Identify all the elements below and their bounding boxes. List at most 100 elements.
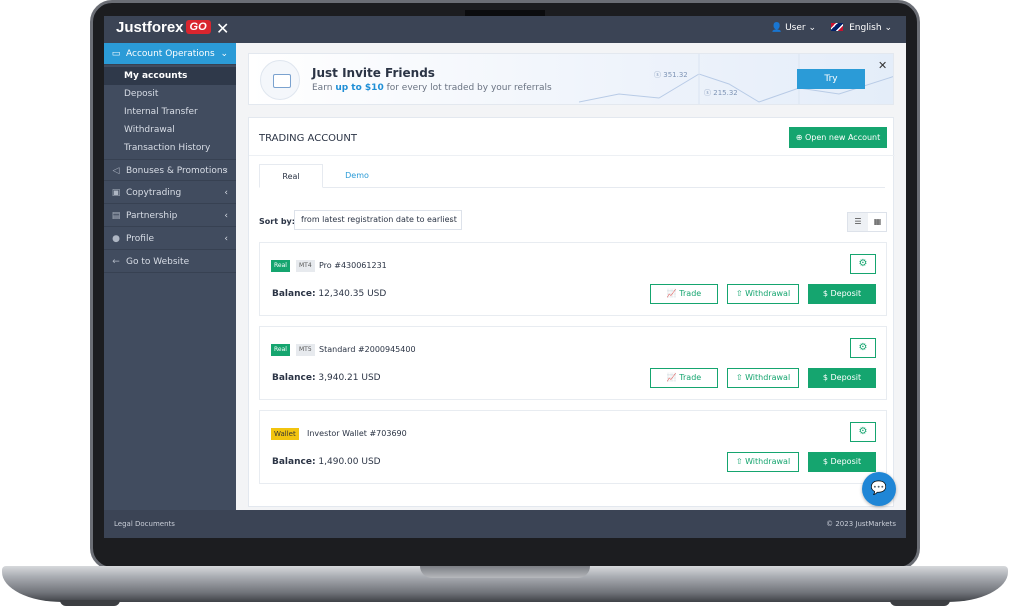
tab-real[interactable]: Real (259, 164, 323, 188)
account-tabs: Real Demo (259, 164, 885, 188)
withdrawal-label: Withdrawal (745, 289, 791, 298)
close-sidebar-icon[interactable]: ✕ (216, 19, 229, 38)
invite-icon (260, 60, 300, 100)
sidebar-section-go-to-website[interactable]: ← Go to Website (104, 251, 236, 273)
account-type-badge: Real (271, 260, 290, 272)
withdrawal-button[interactable]: ⇧ Withdrawal (727, 368, 799, 388)
sort-label: Sort by: (259, 217, 295, 226)
upload-icon: ⇧ (735, 373, 746, 382)
deposit-button[interactable]: $ Deposit (808, 452, 876, 472)
balance-label: Balance: (272, 289, 316, 299)
brand-go-badge: GO (185, 20, 211, 34)
settings-gear-icon[interactable]: ⚙ (850, 254, 876, 274)
brand-name: Justforex (116, 19, 184, 36)
balance-value: 1,490.00 USD (318, 457, 381, 467)
sidebar-item-label: Withdrawal (124, 125, 175, 135)
platform-badge: MT4 (296, 260, 315, 272)
close-banner-icon[interactable]: ✕ (878, 59, 887, 72)
dollar-icon: $ (822, 289, 831, 298)
legal-documents-link[interactable]: Legal Documents (114, 520, 175, 528)
trading-account-panel: TRADING ACCOUNT ⊕ Open new Account Real … (248, 117, 895, 507)
laptop-groove (420, 566, 590, 578)
chart-icon: 📈 (666, 289, 680, 298)
sidebar-item-label: Transaction History (124, 143, 211, 153)
chevron-left-icon: ‹ (224, 234, 228, 244)
settings-gear-icon[interactable]: ⚙ (850, 422, 876, 442)
list-view-icon[interactable]: ☰ (848, 213, 868, 231)
laptop-foot-left (60, 600, 120, 606)
deposit-button[interactable]: $ Deposit (808, 368, 876, 388)
sort-select[interactable]: from latest registration date to earlies… (294, 210, 462, 230)
brand-logo[interactable]: Justforex GO (116, 19, 211, 36)
dollar-icon: $ (822, 373, 831, 382)
withdrawal-button[interactable]: ⇧ Withdrawal (727, 284, 799, 304)
deposit-button[interactable]: $ Deposit (808, 284, 876, 304)
sidebar-section-label: Bonuses & Promotions (126, 166, 228, 176)
banner-sub-text: for every lot traded by your referrals (383, 83, 552, 93)
language-label: English (849, 23, 882, 33)
chat-bubble-icon[interactable]: 💬 (862, 472, 896, 506)
sidebar-section-bonuses[interactable]: ◁ Bonuses & Promotions ‹ (104, 159, 236, 181)
account-balance: Balance: 12,340.35 USD (272, 289, 386, 299)
wallet-badge: Wallet (271, 428, 299, 440)
withdrawal-button[interactable]: ⇧ Withdrawal (727, 452, 799, 472)
tab-demo[interactable]: Demo (323, 164, 391, 188)
user-icon: ● (112, 234, 120, 244)
deposit-label: Deposit (830, 457, 862, 466)
trade-button[interactable]: 📈 Trade (650, 368, 718, 388)
sidebar-item-transaction-history[interactable]: Transaction History (104, 139, 236, 157)
trade-button[interactable]: 📈 Trade (650, 284, 718, 304)
account-balance: Balance: 1,490.00 USD (272, 457, 381, 467)
sidebar-item-deposit[interactable]: Deposit (104, 85, 236, 103)
laptop-foot-right (890, 600, 950, 606)
user-label: User (785, 23, 806, 33)
banner-amount-value: 215.32 (713, 89, 738, 97)
copy-icon: ▣ (111, 188, 121, 198)
try-button[interactable]: Try (797, 69, 865, 89)
balance-value: 3,940.21 USD (318, 373, 381, 383)
account-type-badge: Real (271, 344, 290, 356)
account-card: Real MT5 Standard #2000945400 ⚙ Balance:… (259, 326, 887, 400)
sidebar-item-label: Internal Transfer (124, 107, 198, 117)
sidebar-section-label: Partnership (126, 211, 178, 221)
sidebar-section-label: Go to Website (126, 257, 190, 267)
dollar-icon: ⓢ (704, 89, 714, 97)
chart-icon: 📈 (666, 373, 680, 382)
open-new-account-button[interactable]: ⊕ Open new Account (789, 127, 887, 148)
sort-value: from latest registration date to earlies… (301, 215, 457, 224)
chevron-left-icon: ‹ (224, 188, 228, 198)
arrow-left-icon: ← (112, 257, 120, 267)
sidebar: ▭ Account Operations ⌄ My accounts Deposi… (104, 43, 236, 510)
dollar-icon: $ (822, 457, 831, 466)
sidebar-item-my-accounts[interactable]: My accounts (104, 67, 236, 85)
account-name: Standard #2000945400 (319, 345, 416, 354)
sidebar-section-partnership[interactable]: ▤ Partnership ‹ (104, 205, 236, 227)
deposit-label: Deposit (830, 373, 862, 382)
sidebar-section-copytrading[interactable]: ▣ Copytrading ‹ (104, 182, 236, 204)
account-card: Real MT4 Pro #430061231 ⚙ Balance: 12,34… (259, 242, 887, 316)
account-card: Wallet Investor Wallet #703690 ⚙ Balance… (259, 410, 887, 484)
sidebar-item-internal-transfer[interactable]: Internal Transfer (104, 103, 236, 121)
account-name: Pro #430061231 (319, 261, 387, 270)
banner-amount: ⓢ 215.32 (704, 88, 738, 98)
banner-sub-text: Earn (312, 83, 336, 93)
chevron-down-icon: ⌄ (808, 23, 816, 33)
open-new-account-label: Open new Account (804, 133, 881, 142)
grid-view-icon[interactable]: ▦ (868, 213, 887, 231)
banner-sub-highlight: up to $10 (335, 83, 384, 93)
settings-gear-icon[interactable]: ⚙ (850, 338, 876, 358)
chevron-down-icon: ⌄ (448, 215, 455, 224)
account-name: Investor Wallet #703690 (307, 429, 407, 438)
language-menu[interactable]: English ⌄ (831, 23, 892, 33)
balance-label: Balance: (272, 373, 316, 383)
sidebar-section-label: Account Operations (126, 49, 215, 59)
user-menu[interactable]: 👤 User ⌄ (771, 23, 816, 33)
account-balance: Balance: 3,940.21 USD (272, 373, 381, 383)
uk-flag-icon (831, 23, 844, 31)
sidebar-section-profile[interactable]: ● Profile ‹ (104, 228, 236, 250)
sidebar-section-account-operations[interactable]: ▭ Account Operations ⌄ (104, 43, 236, 65)
sidebar-section-label: Profile (126, 234, 154, 244)
withdrawal-label: Withdrawal (745, 457, 791, 466)
sidebar-item-withdrawal[interactable]: Withdrawal (104, 121, 236, 139)
chevron-down-icon: ⌄ (220, 49, 228, 59)
